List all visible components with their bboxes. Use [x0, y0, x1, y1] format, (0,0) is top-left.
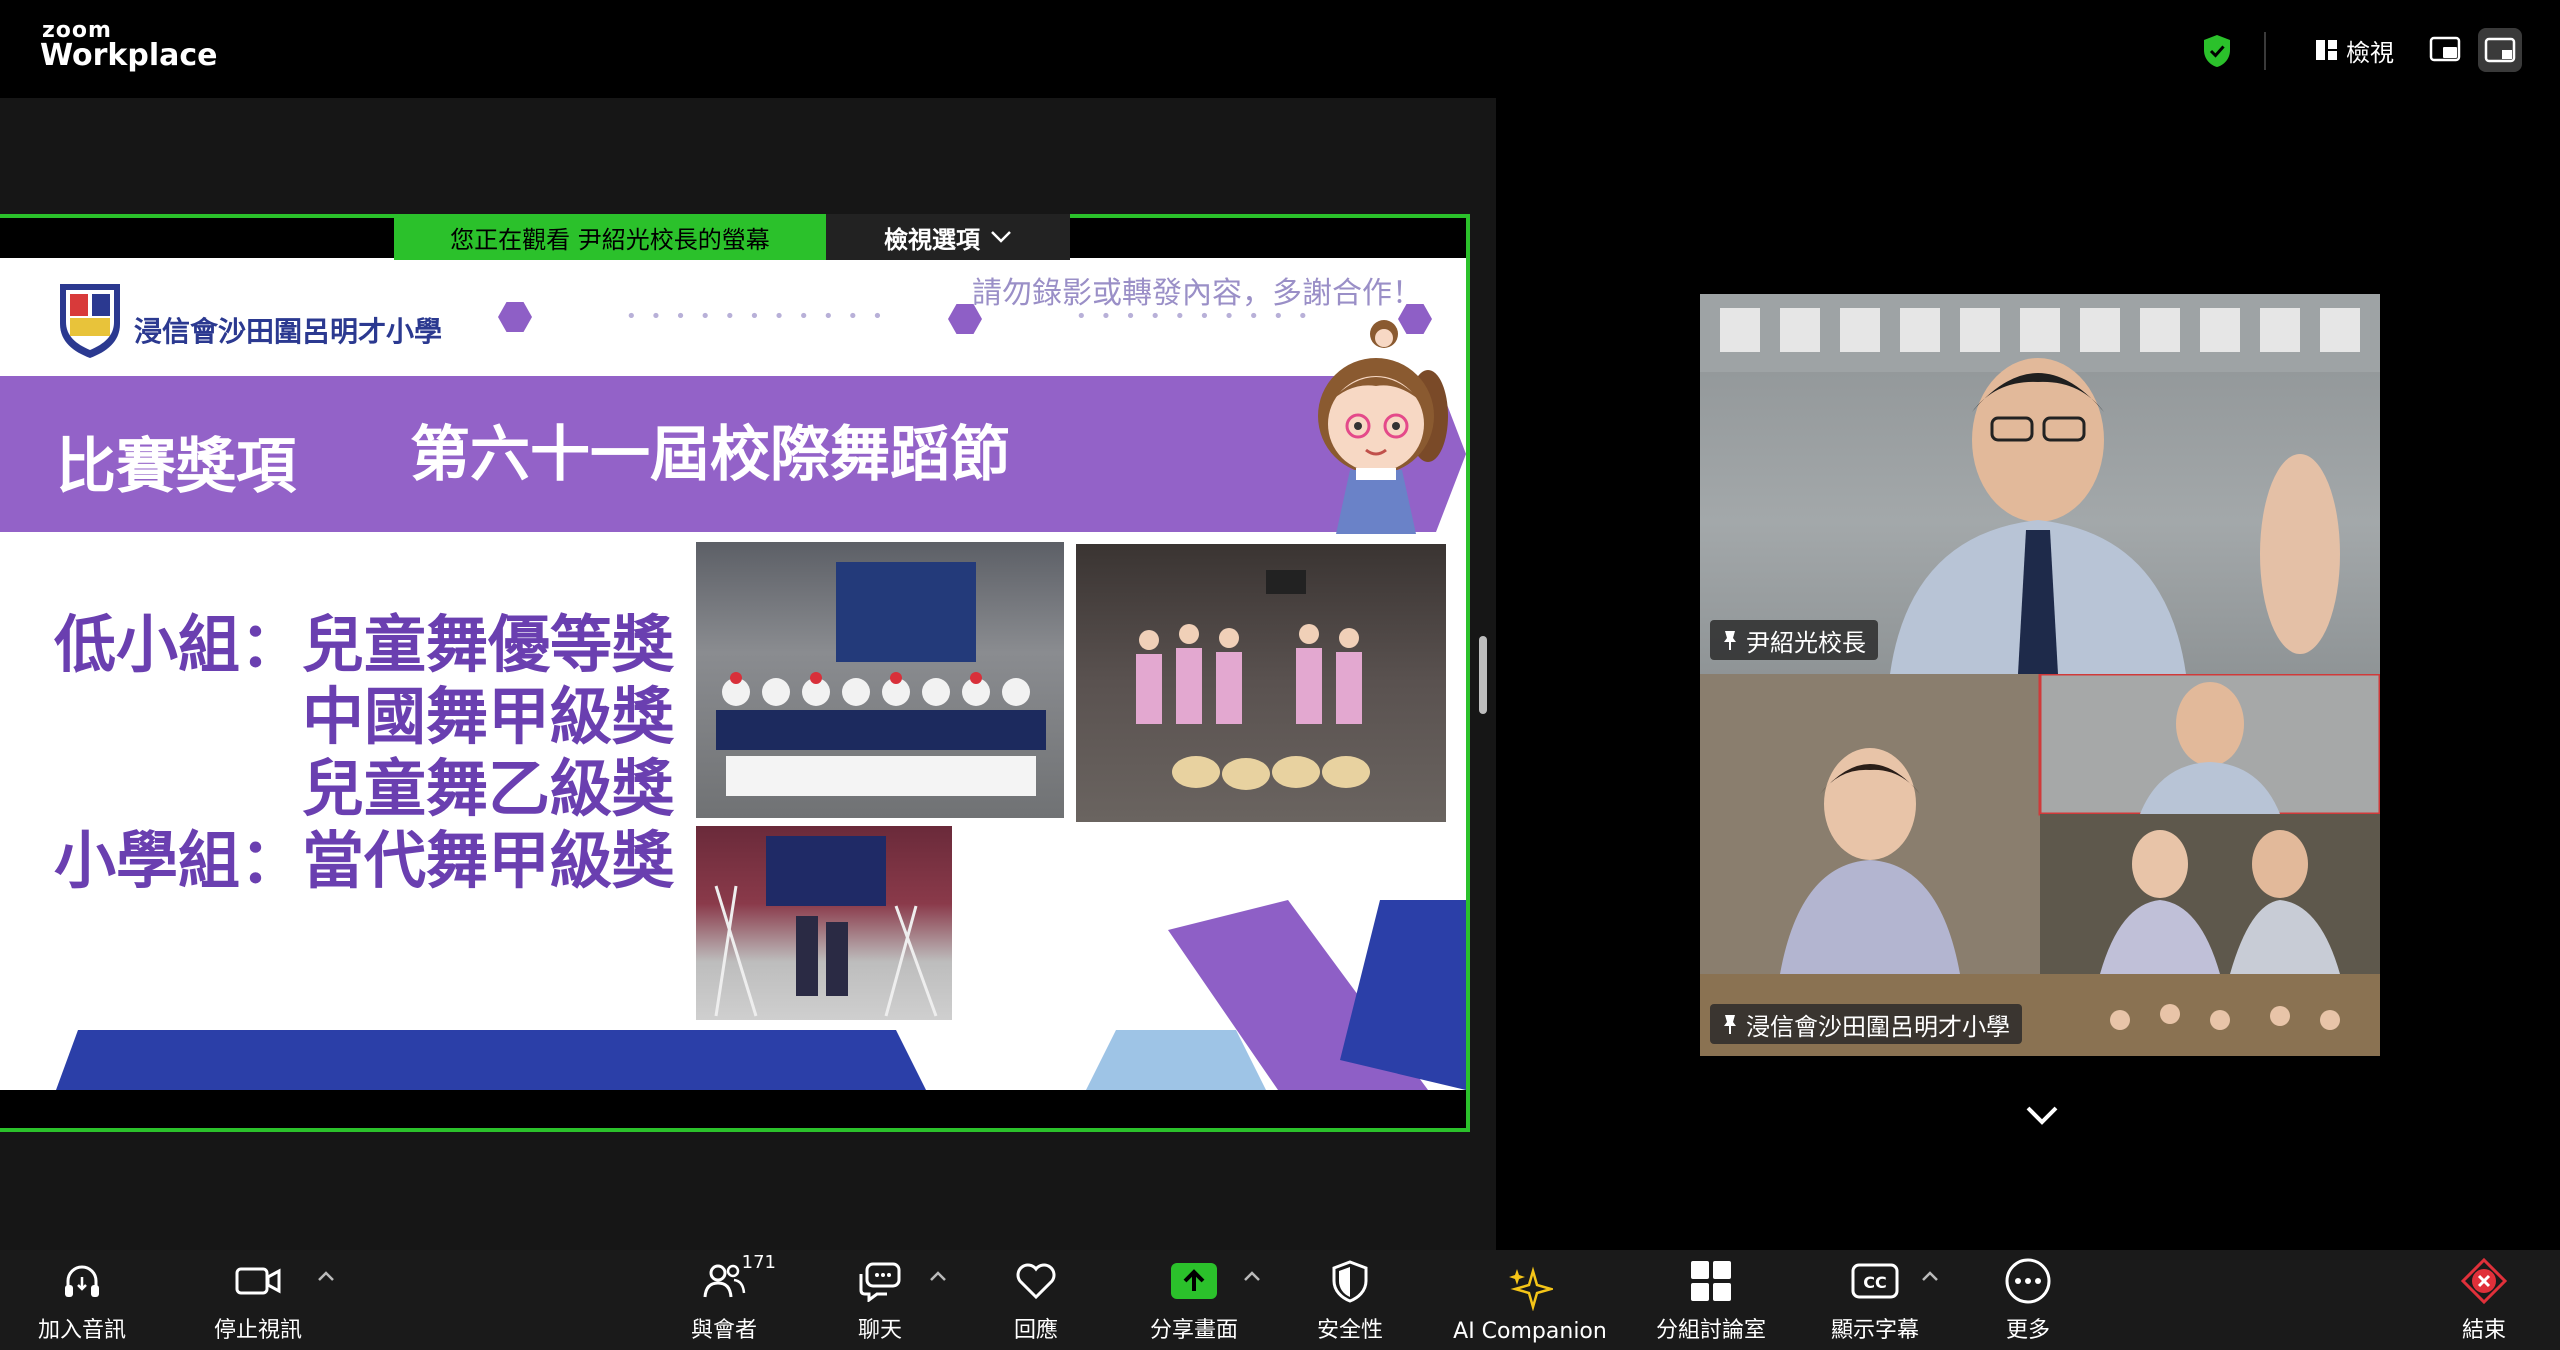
video-name-tag: 尹紹光校長 [1710, 620, 1878, 660]
picture-in-picture-icon[interactable] [2428, 32, 2464, 68]
view-label: 檢視 [2346, 38, 2394, 67]
photo-placeholder-contemporary [714, 836, 938, 1017]
meeting-toolbar: 加入音訊 停止視訊 171 與會者 聊天 回應 分享畫面 安全性 AI Comp… [0, 1250, 2560, 1350]
video-name-school: 浸信會沙田圍呂明才小學 [1746, 1012, 2010, 1041]
photo-placeholder-group2 [1136, 570, 1370, 790]
ai-companion-label: AI Companion [1453, 1319, 1607, 1344]
more-button[interactable]: 更多 [1978, 1250, 2078, 1350]
sparkle-icon [1509, 1266, 1553, 1311]
bottom-right-blue-shape [1340, 900, 1466, 1090]
breakout-rooms-label: 分組討論室 [1655, 1318, 1766, 1343]
cartoon-girl-mascot [1318, 320, 1448, 534]
participants-icon [703, 1264, 746, 1298]
viewing-screen-banner: 您正在觀看 尹紹光校長的螢幕 [394, 214, 826, 260]
breakout-grid-icon [1691, 1261, 1731, 1301]
dance-photo-group1 [696, 542, 1064, 818]
participants-count: 171 [741, 1252, 776, 1273]
chevron-down-icon [991, 231, 1011, 243]
reactions-button[interactable]: 回應 [986, 1250, 1086, 1350]
school-crest-icon [60, 284, 120, 358]
video-tile-school[interactable] [1700, 672, 2380, 1056]
security-shield-icon [1332, 1260, 1368, 1303]
dance-photo-group2 [1076, 544, 1446, 822]
video-tile-principal[interactable] [1700, 294, 2380, 674]
view-options-button[interactable]: 檢視選項 [826, 214, 1070, 260]
reactions-label: 回應 [1013, 1318, 1058, 1343]
shared-slide: 浸信會沙田圍呂明才小學 請勿錄影或轉發內容，多謝合作！ ••••••••••• … [0, 258, 1466, 1090]
pin-icon [1724, 631, 1736, 650]
video-options-caret-icon[interactable] [316, 1270, 336, 1284]
end-x-icon [2460, 1257, 2508, 1305]
video-placeholder-school [1700, 672, 2380, 1056]
view-button[interactable]: 檢視 [2316, 32, 2394, 68]
panel-resize-handle[interactable] [1479, 636, 1487, 714]
video-panel: 尹紹光校長 浸信會沙田圍呂明才小學 [1700, 294, 2380, 1056]
end-meeting-button[interactable]: 結束 [2436, 1250, 2532, 1350]
hexagon-decoration [498, 302, 532, 332]
chat-label: 聊天 [857, 1318, 902, 1343]
captions-button[interactable]: CC 顯示字幕 [1820, 1250, 1930, 1350]
share-screen-button[interactable]: 分享畫面 [1134, 1250, 1254, 1350]
join-audio-button[interactable]: 加入音訊 [20, 1250, 144, 1350]
stop-video-button[interactable]: 停止視訊 [196, 1250, 320, 1350]
slide-title-left: 比賽獎項 [56, 432, 296, 502]
security-button[interactable]: 安全性 [1300, 1250, 1400, 1350]
svg-text:CC: CC [1863, 1273, 1886, 1292]
dance-photo-contemporary [696, 826, 952, 1020]
video-name-principal: 尹紹光校長 [1746, 628, 1866, 657]
share-screen-label: 分享畫面 [1149, 1318, 1238, 1343]
slide-title-right: 第六十一屆校際舞蹈節 [410, 420, 1010, 490]
view-grid-icon [2316, 40, 2337, 60]
photo-placeholder-group1 [716, 562, 1046, 796]
bottom-blue-band [56, 1030, 926, 1090]
end-meeting-label: 結束 [2461, 1318, 2506, 1343]
dots-decoration: •••••••••• [1076, 306, 1323, 327]
heart-icon [1016, 1263, 1056, 1300]
video-camera-icon [235, 1267, 281, 1295]
video-name-tag: 浸信會沙田圍呂明才小學 [1710, 1004, 2022, 1044]
ai-companion-button[interactable]: AI Companion [1440, 1250, 1620, 1350]
security-label: 安全性 [1316, 1318, 1383, 1343]
share-options-caret-icon[interactable] [1242, 1270, 1262, 1284]
chat-bubble-icon [859, 1262, 901, 1302]
headphones-icon [65, 1265, 99, 1297]
join-audio-label: 加入音訊 [37, 1318, 126, 1343]
top-divider [2264, 32, 2266, 70]
view-options-label: 檢視選項 [884, 225, 980, 254]
share-screen-icon [1171, 1263, 1217, 1299]
more-dots-icon [2005, 1258, 2051, 1304]
bottom-lightblue-shape [1086, 1030, 1266, 1090]
fullscreen-layout-button[interactable] [2478, 28, 2522, 72]
more-label: 更多 [2005, 1318, 2050, 1343]
stop-video-label: 停止視訊 [213, 1318, 302, 1343]
chat-button[interactable]: 聊天 [830, 1250, 930, 1350]
layout-icon [2484, 37, 2516, 63]
breakout-rooms-button[interactable]: 分組討論室 [1646, 1250, 1776, 1350]
school-name: 浸信會沙田圍呂明才小學 [134, 315, 443, 348]
top-bar: zoom Workplace 檢視 [0, 0, 2560, 98]
zoom-logo-workplace: Workplace [40, 38, 218, 73]
participants-label: 與會者 [690, 1318, 757, 1343]
participants-button[interactable]: 171 與會者 [674, 1250, 776, 1350]
dots-decoration: ••••••••••• [626, 306, 897, 327]
expand-videos-chevron-icon[interactable] [2024, 1104, 2060, 1128]
chat-options-caret-icon[interactable] [928, 1270, 948, 1284]
award-line: 小學組：當代舞甲級獎 [54, 824, 675, 897]
captions-options-caret-icon[interactable] [1920, 1270, 1940, 1284]
pin-icon [1724, 1015, 1736, 1034]
encryption-shield-icon[interactable] [2202, 34, 2232, 68]
video-placeholder-principal [1700, 294, 2380, 674]
captions-label: 顯示字幕 [1830, 1318, 1919, 1343]
closed-captions-icon: CC [1851, 1263, 1899, 1299]
